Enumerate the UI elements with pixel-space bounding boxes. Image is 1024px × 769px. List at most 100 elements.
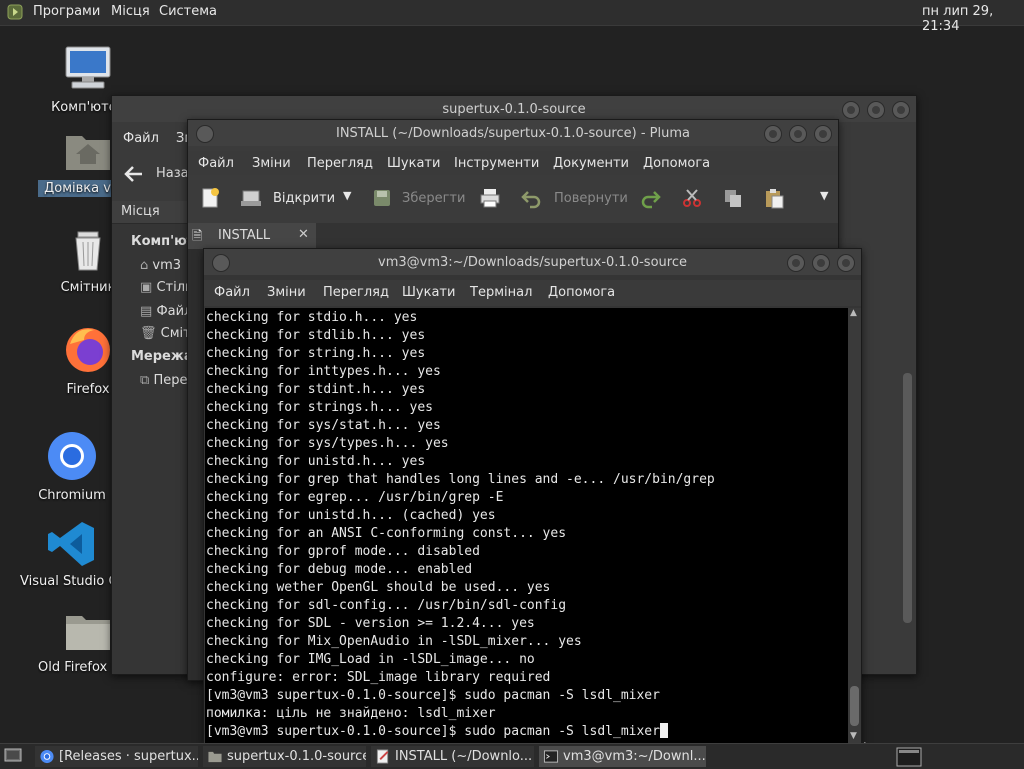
- open-icon[interactable]: [240, 187, 262, 209]
- terminal-line: checking for strings.h... yes: [206, 400, 433, 415]
- terminal-line: checking for stdint.h... yes: [206, 382, 426, 397]
- minimize-button[interactable]: [842, 101, 860, 119]
- terminal-line: checking for sys/types.h... yes: [206, 436, 449, 451]
- menu-edit[interactable]: Зміни: [267, 285, 306, 300]
- menu-view[interactable]: Перегляд: [307, 156, 373, 171]
- terminal-line: checking for SDL - version >= 1.2.4... y…: [206, 616, 535, 631]
- terminal-line: checking for gprof mode... disabled: [206, 544, 480, 559]
- computer-icon: [65, 46, 111, 89]
- scroll-up-icon[interactable]: ▲: [850, 308, 857, 318]
- save-button[interactable]: Зберегти: [402, 191, 465, 206]
- window-title: INSTALL (~/Downloads/supertux-0.1.0-sour…: [336, 126, 690, 141]
- cut-icon[interactable]: [681, 187, 703, 209]
- close-button[interactable]: [837, 254, 855, 272]
- scroll-down-icon[interactable]: ▼: [850, 731, 857, 741]
- menu-file[interactable]: Файл: [123, 131, 159, 146]
- terminal-line: checking for egrep... /usr/bin/grep -E: [206, 490, 504, 505]
- terminal-scrollbar[interactable]: ▲ ▼: [848, 308, 861, 743]
- back-button[interactable]: Назад: [122, 164, 198, 188]
- menu-search[interactable]: Шукати: [387, 156, 440, 171]
- task-label: INSTALL (~/Downlo...: [395, 749, 533, 764]
- places-sidebar: Комп'ютер ⌂ vm3 ▣ Стільниця ▤ Файлова си…: [112, 224, 300, 674]
- scrollbar-thumb[interactable]: [903, 373, 912, 623]
- close-button[interactable]: [814, 125, 832, 143]
- terminal-line: checking for an ANSI C-conforming const.…: [206, 526, 567, 541]
- menu-view[interactable]: Перегляд: [323, 285, 389, 300]
- show-desktop-icon[interactable]: [4, 748, 22, 764]
- scrollbar-thumb[interactable]: [850, 686, 859, 726]
- terminal-line: [vm3@vm3 supertux-0.1.0-source]$ sudo pa…: [206, 688, 660, 703]
- maximize-button[interactable]: [867, 101, 885, 119]
- sidebar-item-home[interactable]: ⌂ vm3: [140, 258, 181, 273]
- clock[interactable]: пн лип 29, 21:34: [922, 4, 1024, 34]
- maximize-button[interactable]: [812, 254, 830, 272]
- desktop-icon-label: Chromium: [38, 488, 106, 503]
- menu-help[interactable]: Допомога: [548, 285, 615, 300]
- terminal-output[interactable]: checking for stdio.h... yes checking for …: [205, 308, 848, 743]
- pluma-tabbar: 🗎 INSTALL ✕: [188, 223, 838, 249]
- folder-icon: [208, 751, 222, 763]
- menu-places[interactable]: Місця: [111, 4, 150, 19]
- top-panel: Програми Місця Система пн лип 29, 21:34: [0, 0, 1024, 34]
- copy-icon[interactable]: [722, 187, 744, 209]
- places-selector[interactable]: Місця: [112, 201, 192, 224]
- terminal-line: checking for sys/stat.h... yes: [206, 418, 441, 433]
- terminal-menubar: Файл Зміни Перегляд Шукати Термінал Допо…: [204, 280, 861, 306]
- open-button[interactable]: Відкрити: [273, 191, 335, 206]
- pluma-toolbar: Відкрити ▼ Зберегти Повернути ▼: [188, 175, 838, 223]
- tab-label: INSTALL: [218, 228, 271, 243]
- undo-icon[interactable]: [520, 187, 542, 209]
- menu-applications[interactable]: Програми: [33, 4, 100, 19]
- terminal-line: checking for unistd.h... yes: [206, 454, 426, 469]
- desktop-icon-vscode[interactable]: Visual Studio Code: [20, 520, 124, 589]
- minimize-button[interactable]: [764, 125, 782, 143]
- maximize-button[interactable]: [789, 125, 807, 143]
- revert-button[interactable]: Повернути: [554, 191, 628, 206]
- pluma-menubar: Файл Зміни Перегляд Шукати Інструменти Д…: [188, 151, 838, 177]
- menu-search[interactable]: Шукати: [402, 285, 455, 300]
- terminal-line: checking for unistd.h... (cached) yes: [206, 508, 496, 523]
- menu-terminal[interactable]: Термінал: [470, 285, 532, 300]
- sidebar-header-network: Мережа: [131, 349, 193, 364]
- terminal-line: checking for stdio.h... yes: [206, 310, 418, 325]
- menu-documents[interactable]: Документи: [553, 156, 629, 171]
- menu-system[interactable]: Система: [159, 4, 217, 19]
- command-input[interactable]: [vm3@vm3 supertux-0.1.0-source]$ sudo pa…: [206, 724, 660, 739]
- firefox-icon: [66, 328, 110, 372]
- text-cursor: [659, 723, 668, 738]
- menu-tools[interactable]: Інструменти: [454, 156, 539, 171]
- close-tab-icon[interactable]: ✕: [298, 227, 309, 242]
- task-terminal[interactable]: vm3@vm3:~/Downl...: [539, 746, 706, 767]
- save-icon[interactable]: [371, 187, 393, 209]
- desktop-icon: ▣: [140, 280, 153, 295]
- terminal-titlebar[interactable]: vm3@vm3:~/Downloads/supertux-0.1.0-sourc…: [204, 249, 861, 275]
- workspace-switcher-icon[interactable]: [896, 747, 922, 767]
- task-browser[interactable]: [Releases · supertux...: [35, 746, 198, 767]
- toolbar-overflow-icon[interactable]: ▼: [820, 189, 828, 202]
- menu-help[interactable]: Допомога: [643, 156, 710, 171]
- file-manager-scrollbar[interactable]: [901, 229, 914, 649]
- terminal-line: checking for debug mode... enabled: [206, 562, 473, 577]
- terminal-icon: [543, 750, 559, 763]
- open-dropdown-icon[interactable]: ▼: [343, 189, 351, 202]
- vscode-icon: [48, 522, 94, 566]
- close-button[interactable]: [892, 101, 910, 119]
- task-pluma[interactable]: INSTALL (~/Downlo...: [371, 746, 534, 767]
- menu-file[interactable]: Файл: [198, 156, 234, 171]
- terminal-prompt-line[interactable]: [vm3@vm3 supertux-0.1.0-source]$ sudo pa…: [206, 723, 715, 741]
- print-icon[interactable]: [479, 187, 501, 209]
- task-file-manager[interactable]: supertux-0.1.0-source: [203, 746, 366, 767]
- terminal-window: vm3@vm3:~/Downloads/supertux-0.1.0-sourc…: [203, 248, 862, 745]
- redo-icon[interactable]: [640, 187, 662, 209]
- tab-install[interactable]: 🗎 INSTALL ✕: [188, 223, 316, 249]
- menu-edit[interactable]: Зміни: [252, 156, 291, 171]
- minimize-button[interactable]: [787, 254, 805, 272]
- desktop-icon-chromium[interactable]: Chromium: [22, 430, 122, 503]
- menu-file[interactable]: Файл: [214, 285, 250, 300]
- terminal-line: checking for sdl-config... /usr/bin/sdl-…: [206, 598, 567, 613]
- taskbar: [Releases · supertux... supertux-0.1.0-s…: [0, 743, 1024, 769]
- distro-logo-icon[interactable]: [7, 4, 23, 20]
- pluma-titlebar[interactable]: INSTALL (~/Downloads/supertux-0.1.0-sour…: [188, 120, 838, 146]
- new-document-icon[interactable]: [199, 187, 221, 209]
- paste-icon[interactable]: [763, 187, 785, 209]
